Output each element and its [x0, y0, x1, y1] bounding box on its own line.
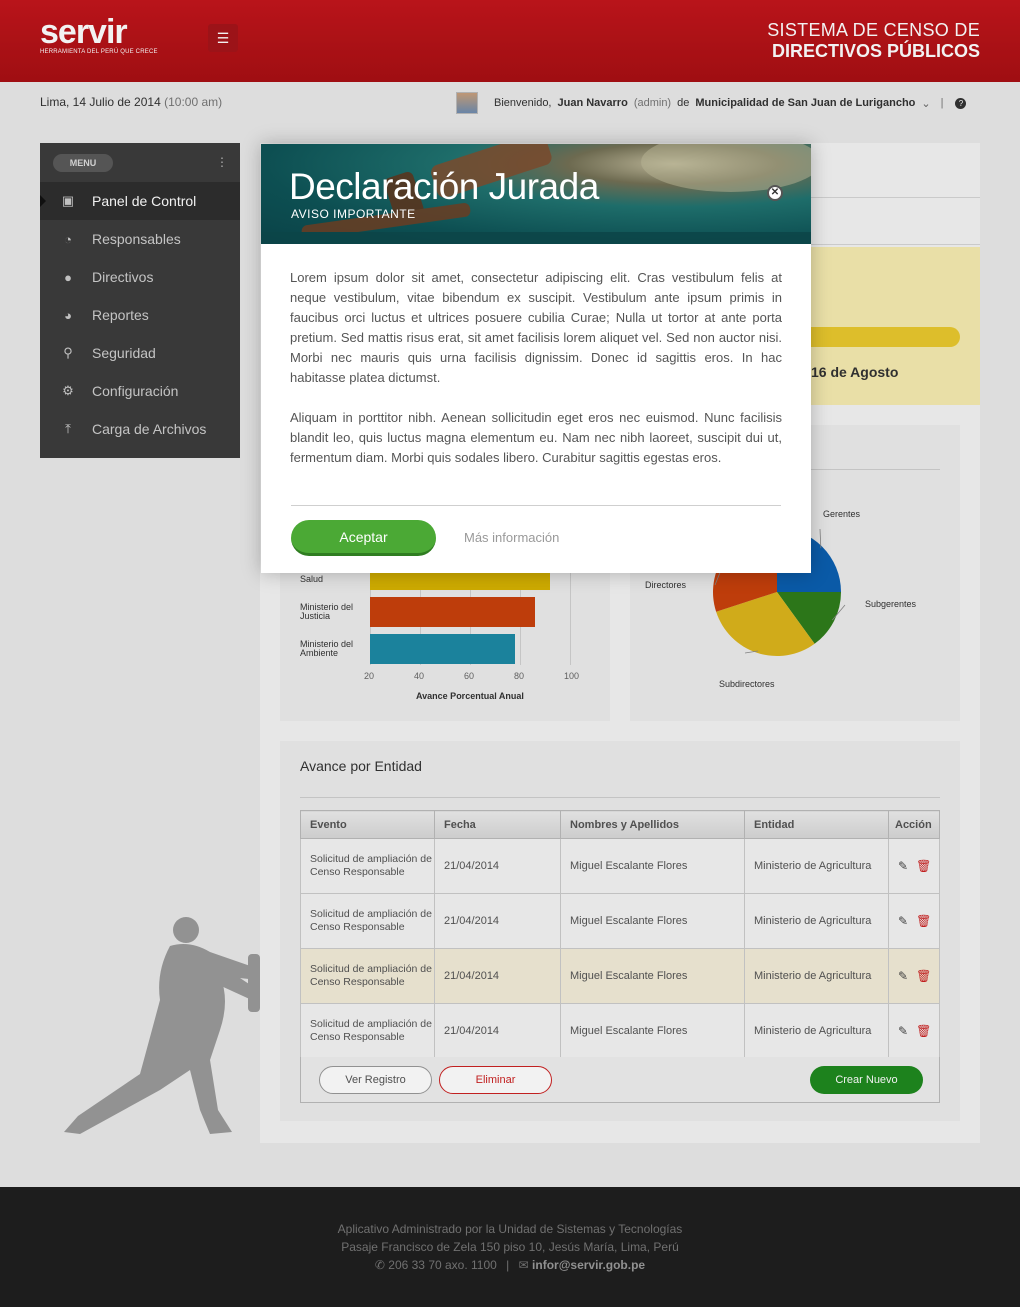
- modal-body: Lorem ipsum dolor sit amet, consectetur …: [290, 268, 782, 488]
- modal-paragraph: Aliquam in porttitor nibh. Aenean sollic…: [290, 410, 782, 465]
- divider: [291, 505, 781, 506]
- modal-subtitle: AVISO IMPORTANTE: [291, 207, 416, 221]
- more-info-link[interactable]: Más información: [464, 530, 559, 545]
- modal-title: Declaración Jurada: [289, 166, 599, 207]
- modal-header: Declaración Jurada AVISO IMPORTANTE ✕: [261, 144, 811, 244]
- accept-button[interactable]: Aceptar: [291, 520, 436, 556]
- declaration-modal: Declaración Jurada AVISO IMPORTANTE ✕ Lo…: [261, 144, 811, 573]
- close-icon[interactable]: ✕: [767, 185, 783, 201]
- modal-paragraph: Lorem ipsum dolor sit amet, consectetur …: [290, 270, 782, 385]
